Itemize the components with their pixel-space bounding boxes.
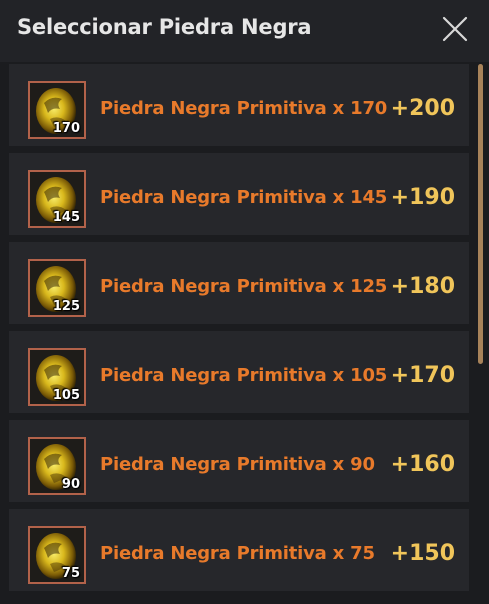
dialog-header: Seleccionar Piedra Negra xyxy=(0,0,489,62)
close-button[interactable] xyxy=(441,15,469,43)
stone-item[interactable]: 145 Piedra Negra Primitiva x 145 +190 xyxy=(9,153,469,235)
stone-value: +150 xyxy=(390,541,455,566)
stone-item-icon-slot: 90 xyxy=(28,437,86,495)
close-icon xyxy=(442,16,468,42)
stone-item[interactable]: 105 Piedra Negra Primitiva x 105 +170 xyxy=(9,331,469,413)
stone-item-icon-slot: 125 xyxy=(28,259,86,317)
stone-item-icon-slot: 105 xyxy=(28,348,86,406)
stone-value: +200 xyxy=(390,96,455,121)
stone-name: Piedra Negra Primitiva x 170 xyxy=(100,98,388,119)
select-black-stone-dialog: Seleccionar Piedra Negra 170 Piedra Negr… xyxy=(0,0,489,604)
stone-value: +190 xyxy=(390,185,455,210)
stone-quantity: 145 xyxy=(52,210,80,225)
dialog-title: Seleccionar Piedra Negra xyxy=(17,15,312,39)
stone-list: 170 Piedra Negra Primitiva x 170 +200 14… xyxy=(9,64,471,604)
stone-item[interactable]: 75 Piedra Negra Primitiva x 75 +150 xyxy=(9,509,469,591)
stone-name: Piedra Negra Primitiva x 145 xyxy=(100,187,388,208)
stone-quantity: 125 xyxy=(52,299,80,314)
stone-item[interactable]: 170 Piedra Negra Primitiva x 170 +200 xyxy=(9,64,469,146)
stone-value: +160 xyxy=(390,452,455,477)
stone-name: Piedra Negra Primitiva x 75 xyxy=(100,543,375,564)
stone-value: +180 xyxy=(390,274,455,299)
stone-name: Piedra Negra Primitiva x 125 xyxy=(100,276,388,297)
stone-name: Piedra Negra Primitiva x 105 xyxy=(100,365,388,386)
stone-item[interactable]: 90 Piedra Negra Primitiva x 90 +160 xyxy=(9,420,469,502)
stone-quantity: 105 xyxy=(52,388,80,403)
stone-quantity: 90 xyxy=(61,477,80,492)
scrollbar[interactable] xyxy=(478,64,483,364)
stone-item-icon-slot: 75 xyxy=(28,526,86,584)
stone-name: Piedra Negra Primitiva x 90 xyxy=(100,454,375,475)
stone-quantity: 75 xyxy=(61,566,80,581)
stone-item-icon-slot: 145 xyxy=(28,170,86,228)
stone-value: +170 xyxy=(390,363,455,388)
stone-item[interactable]: 125 Piedra Negra Primitiva x 125 +180 xyxy=(9,242,469,324)
stone-quantity: 170 xyxy=(52,121,80,136)
stone-item-icon-slot: 170 xyxy=(28,81,86,139)
